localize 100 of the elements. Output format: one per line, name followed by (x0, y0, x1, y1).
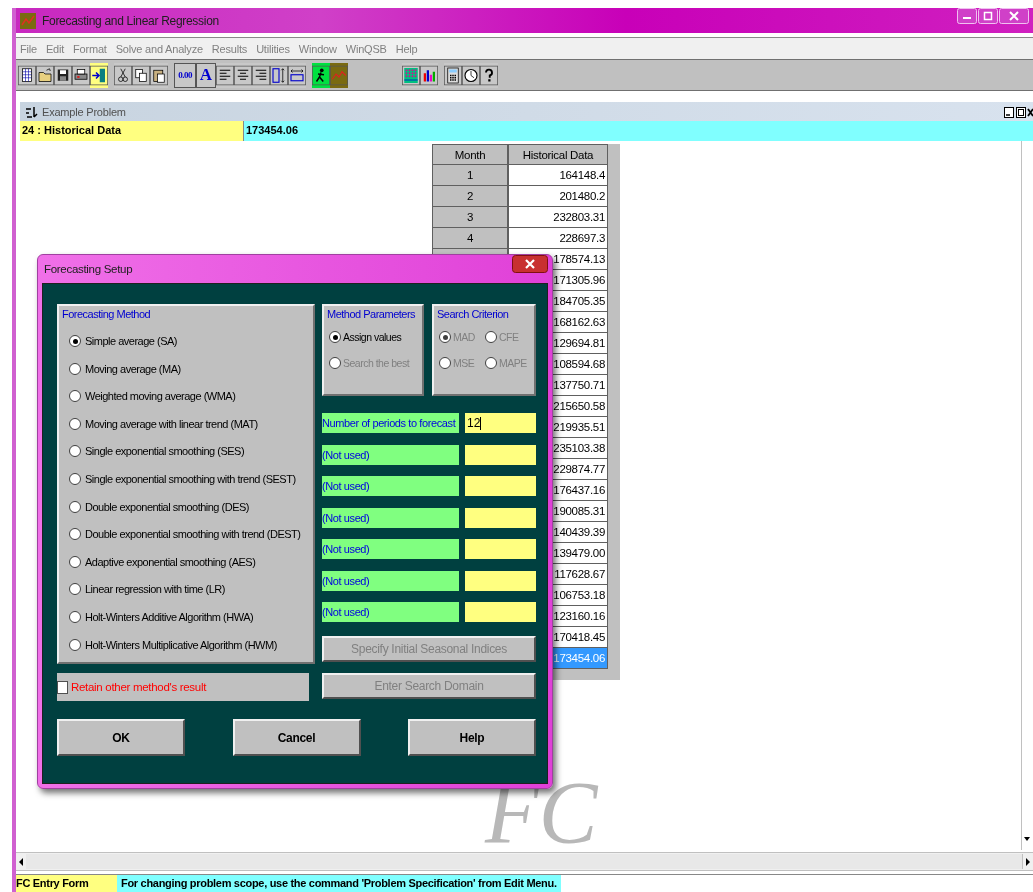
radio-label: Holt-Winters Multiplicative Algorithm (HWM) (85, 638, 277, 651)
radio-option[interactable]: Weighted moving average (WMA) (69, 387, 313, 406)
menu-item[interactable]: Results (211, 42, 248, 55)
spreadsheet-icon[interactable] (18, 62, 36, 88)
line-chart-icon[interactable] (330, 62, 348, 88)
radio-button[interactable] (69, 500, 81, 513)
group-title: Forecasting Method (61, 307, 152, 320)
dot-grid-icon[interactable] (402, 62, 420, 88)
radio-button[interactable] (329, 331, 341, 343)
radio-option[interactable]: Holt-Winters Multiplicative Algorithm (HWM) (69, 635, 313, 654)
close-button[interactable] (512, 255, 548, 273)
radio-label: Moving average (MA) (85, 362, 181, 375)
parameter-label: (Not used) (322, 507, 459, 528)
radio-option[interactable]: Moving average with linear trend (MAT) (69, 414, 313, 433)
app-icon (20, 12, 36, 29)
menu-item[interactable]: Solve and Analyze (115, 42, 203, 55)
radio-label: Holt-Winters Additive Algorithm (HWA) (85, 610, 254, 623)
radio-button[interactable] (69, 528, 81, 541)
radio-button[interactable] (69, 610, 81, 623)
radio-option[interactable]: Moving average (MA) (69, 359, 313, 378)
dialog-button[interactable]: Help (408, 719, 536, 756)
radio-button[interactable] (69, 472, 81, 485)
calculator-icon[interactable] (444, 62, 462, 88)
input-field[interactable] (465, 602, 536, 622)
radio-option[interactable]: Linear regression with time (LR) (69, 580, 313, 599)
child-window-title: Example Problem (42, 105, 126, 118)
row-number-cell: 4 (432, 228, 508, 249)
parameter-label: (Not used) (322, 539, 459, 559)
parameter-label: (Not used) (322, 602, 459, 622)
table-cell[interactable]: 228697.3 (508, 228, 608, 249)
radio-button[interactable] (69, 335, 81, 347)
radio-label: Moving average with linear trend (MAT) (85, 417, 258, 430)
font-button[interactable]: A (196, 62, 216, 88)
floppy-disk-icon[interactable] (54, 62, 72, 88)
input-field[interactable] (465, 539, 536, 559)
menu-item[interactable]: Edit (45, 42, 65, 55)
radio-button[interactable] (69, 445, 81, 458)
row-number-cell: 2 (432, 186, 508, 207)
radio-label: Single exponential smoothing (SES) (85, 445, 245, 458)
menu-item[interactable]: Format (73, 42, 107, 55)
table-cell[interactable]: 232803.31 (508, 207, 608, 228)
radio-label: Search the best (343, 357, 410, 369)
radio-button[interactable] (69, 390, 81, 403)
table-cell[interactable]: 201480.2 (508, 186, 608, 207)
row-height-icon[interactable] (270, 62, 288, 88)
align-center-icon[interactable] (234, 62, 252, 88)
folder-icon[interactable] (36, 62, 54, 88)
running-figure-icon[interactable] (312, 62, 330, 88)
menu-item[interactable]: WinQSB (345, 42, 387, 55)
decimal-format-button[interactable]: 0.00 (174, 62, 196, 88)
input-field[interactable] (465, 570, 536, 591)
scissors-icon[interactable] (114, 62, 132, 88)
radio-option[interactable]: Single exponential smoothing with trend (SEST) (69, 469, 313, 488)
copy-icon[interactable] (132, 62, 150, 88)
menu-item[interactable]: Help (395, 42, 418, 55)
radio-option[interactable]: Holt-Winters Additive Algorithm (HWA) (69, 607, 313, 626)
menu-item[interactable]: Window (298, 42, 337, 55)
parameter-label: Number of periods to forecast (322, 413, 459, 433)
input-field[interactable] (465, 444, 536, 465)
dialog-button[interactable]: Cancel (232, 719, 361, 756)
radio-label: Double exponential smoothing with trend (DEST) (85, 528, 301, 541)
minimize-button[interactable] (1003, 105, 1014, 118)
maximize-button[interactable] (1015, 105, 1026, 118)
input-field[interactable] (465, 507, 536, 528)
status-message: For changing problem scope, use the command 'Problem Specification' from Edit Menu. (117, 875, 561, 892)
radio-button[interactable] (69, 362, 81, 375)
checkbox[interactable] (57, 680, 68, 694)
radio-button[interactable] (69, 555, 81, 568)
dialog-button[interactable]: OK (57, 719, 185, 756)
clipboard-icon[interactable] (150, 62, 168, 88)
input-field[interactable] (465, 476, 536, 496)
radio-option[interactable]: Double exponential smoothing (DES) (69, 497, 313, 516)
printer-icon[interactable] (72, 62, 90, 88)
window-title: Forecasting and Linear Regression (42, 13, 219, 28)
radio-label: MAD (453, 331, 475, 343)
cell-value-field[interactable]: 173454.06 (244, 121, 1033, 141)
radio-button[interactable] (69, 638, 81, 651)
table-cell[interactable]: 164148.4 (508, 165, 608, 186)
radio-option[interactable]: Double exponential smoothing with trend (DEST) (69, 525, 313, 544)
help-icon[interactable] (480, 62, 498, 88)
cell-reference: 24 : Historical Data (20, 121, 244, 141)
radio-option[interactable]: Adaptive exponential smoothing (AES) (69, 552, 313, 571)
clock-icon[interactable] (462, 62, 480, 88)
menu-item[interactable]: File (20, 42, 37, 55)
input-field[interactable]: 12 (465, 413, 536, 433)
radio-button[interactable] (69, 583, 81, 596)
bar-chart-icon[interactable] (420, 62, 438, 88)
column-width-icon[interactable] (288, 62, 306, 88)
door-arrow-icon[interactable] (90, 62, 108, 88)
radio-button[interactable] (69, 417, 81, 430)
parameter-label: (Not used) (322, 476, 459, 496)
group-title: Search Criterion (436, 307, 510, 320)
horizontal-scrollbar[interactable] (16, 852, 1033, 871)
radio-option[interactable]: Single exponential smoothing (SES) (69, 442, 313, 461)
align-left-icon[interactable] (216, 62, 234, 88)
status-form-name: FC Entry Form (16, 875, 117, 892)
menu-item[interactable]: Utilities (256, 42, 290, 55)
radio-label: Assign values (343, 331, 402, 343)
align-right-icon[interactable] (252, 62, 270, 88)
radio-option[interactable]: Simple average (SA) (69, 332, 313, 350)
